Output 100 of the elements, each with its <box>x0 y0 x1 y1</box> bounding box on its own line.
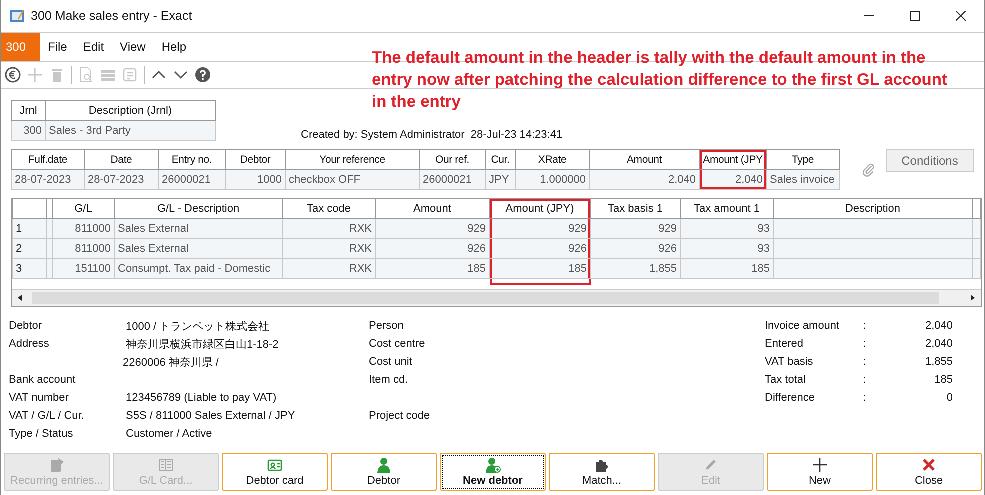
field-label: Address <box>9 338 50 350</box>
field-label: Cost unit <box>369 356 414 368</box>
table-cell: RXK <box>282 258 376 278</box>
table-cell: 151100 <box>52 258 114 278</box>
horizontal-scrollbar[interactable] <box>12 289 981 306</box>
action-button[interactable]: Match... <box>549 453 655 491</box>
total-value: 2,040 <box>924 320 953 332</box>
close-icon <box>921 457 937 473</box>
created-timestamp: 28-Jul-23 14:23:41 <box>470 129 563 141</box>
total-value: 2,040 <box>924 338 953 350</box>
row-number: 2 <box>12 238 46 258</box>
total-label: Tax total <box>765 374 807 386</box>
field-label: Item cd. <box>369 374 410 386</box>
table-cell: 926 <box>590 238 680 258</box>
field-label: Debtor <box>9 320 44 332</box>
field-value: 123456789 (Liable to pay VAT) <box>126 392 278 404</box>
window-title: 300 Make sales entry - Exact <box>31 9 192 23</box>
total-value: 1,855 <box>924 356 953 368</box>
table-cell: 185 <box>376 258 490 278</box>
action-button[interactable]: Debtor <box>331 453 437 491</box>
separator-colon: : <box>863 338 868 350</box>
column-header: Jrnl <box>12 100 46 120</box>
table-cell: 2,040 <box>700 170 766 190</box>
created-by-label: Created by: System Administrator <box>301 129 465 141</box>
annotation-text: The default amount in the header is tally with the default amount in the entry now after patching the calculation difference to the first GL account in the entry <box>372 48 948 113</box>
column-header: Amount <box>590 150 700 170</box>
help-icon[interactable] <box>195 67 211 83</box>
menu-item[interactable]: File <box>40 33 76 61</box>
menu-item[interactable]: Help <box>154 33 195 61</box>
table-cell: JPY <box>486 170 516 190</box>
field-value: Customer / Active <box>126 428 214 440</box>
column-header: Description (Jrnl) <box>46 100 216 120</box>
paperclip-icon[interactable] <box>862 162 876 176</box>
total-value: 185 <box>934 374 953 386</box>
table-cell: 300 <box>12 120 46 140</box>
table-cell: 1.000000 <box>516 170 590 190</box>
table-cell: Sales External <box>114 218 282 238</box>
action-button[interactable]: New debtor <box>440 453 546 491</box>
menu-item[interactable]: View <box>112 33 154 61</box>
field-value: 2260006 神奈川県 / <box>123 356 220 370</box>
repeat-document-icon <box>49 457 65 473</box>
action-button[interactable]: Close <box>876 453 982 491</box>
scroll-right-icon[interactable] <box>969 294 977 302</box>
table-cell: 28-07-2023 <box>84 170 158 190</box>
field-label: VAT / G/L / Cur. <box>9 410 86 422</box>
table-cell: Sales External <box>114 238 282 258</box>
column-header: Amount (JPY) <box>490 199 590 218</box>
total-label: Entered <box>765 338 805 350</box>
field-label: Type / Status <box>9 428 74 440</box>
company-badge: 300 <box>1 33 40 61</box>
table-cell: 811000 <box>52 218 114 238</box>
table-cell: 28-07-2023 <box>12 170 84 190</box>
action-button[interactable]: Debtor card <box>222 453 328 491</box>
field-value: 1000 / トランペット株式会社 <box>126 320 271 334</box>
column-header: Your reference <box>286 150 420 170</box>
field-value: 神奈川県横浜市緑区白山1-18-2 <box>126 338 280 352</box>
field-label: Person <box>369 320 405 332</box>
id-card-icon <box>267 457 283 473</box>
menu-item[interactable]: Edit <box>75 33 112 61</box>
ledger-card-icon <box>158 457 174 473</box>
table-cell: 1000 <box>226 170 286 190</box>
table-cell: 2,040 <box>590 170 700 190</box>
table-cell: 185 <box>490 258 590 278</box>
action-button[interactable]: New <box>767 453 873 491</box>
table-cell: 926 <box>490 238 590 258</box>
table-cell: 811000 <box>52 238 114 258</box>
table-cell: 185 <box>680 258 774 278</box>
separator-colon: : <box>863 356 868 368</box>
table-cell: 929 <box>376 218 490 238</box>
pencil-icon <box>703 457 719 473</box>
total-value: 0 <box>946 392 953 404</box>
field-label: Cost centre <box>369 338 426 350</box>
row-number: 1 <box>12 218 46 238</box>
table-cell: 26000021 <box>158 170 226 190</box>
table-cell: Consumpt. Tax paid - Domestic <box>114 258 282 278</box>
total-label: VAT basis <box>765 356 814 368</box>
person-icon <box>376 457 392 473</box>
column-header: Amount (JPY <box>700 150 766 170</box>
table-cell: 93 <box>680 238 774 258</box>
table-cell: 1,855 <box>590 258 680 278</box>
maximize-icon[interactable] <box>910 11 920 21</box>
separator-colon: : <box>863 392 868 404</box>
table-cell: 926 <box>376 238 490 258</box>
separator-colon: : <box>863 320 868 332</box>
field-label: Bank account <box>9 374 77 386</box>
table-cell: 93 <box>680 218 774 238</box>
separator-colon: : <box>863 374 868 386</box>
table-cell: 929 <box>490 218 590 238</box>
field-label: VAT number <box>9 392 70 404</box>
table-cell: Sales - 3rd Party <box>46 120 216 140</box>
table-cell: RXK <box>282 218 376 238</box>
close-icon[interactable] <box>956 11 966 21</box>
table-cell: Sales invoice <box>766 170 840 190</box>
puzzle-icon <box>594 457 610 473</box>
scroll-left-icon[interactable] <box>16 294 24 302</box>
table-cell: 929 <box>590 218 680 238</box>
row-number: 3 <box>12 258 46 278</box>
field-value: S5S / 811000 Sales External / JPY <box>126 410 296 422</box>
euro-icon[interactable] <box>5 67 21 83</box>
table-cell: 26000021 <box>420 170 486 190</box>
